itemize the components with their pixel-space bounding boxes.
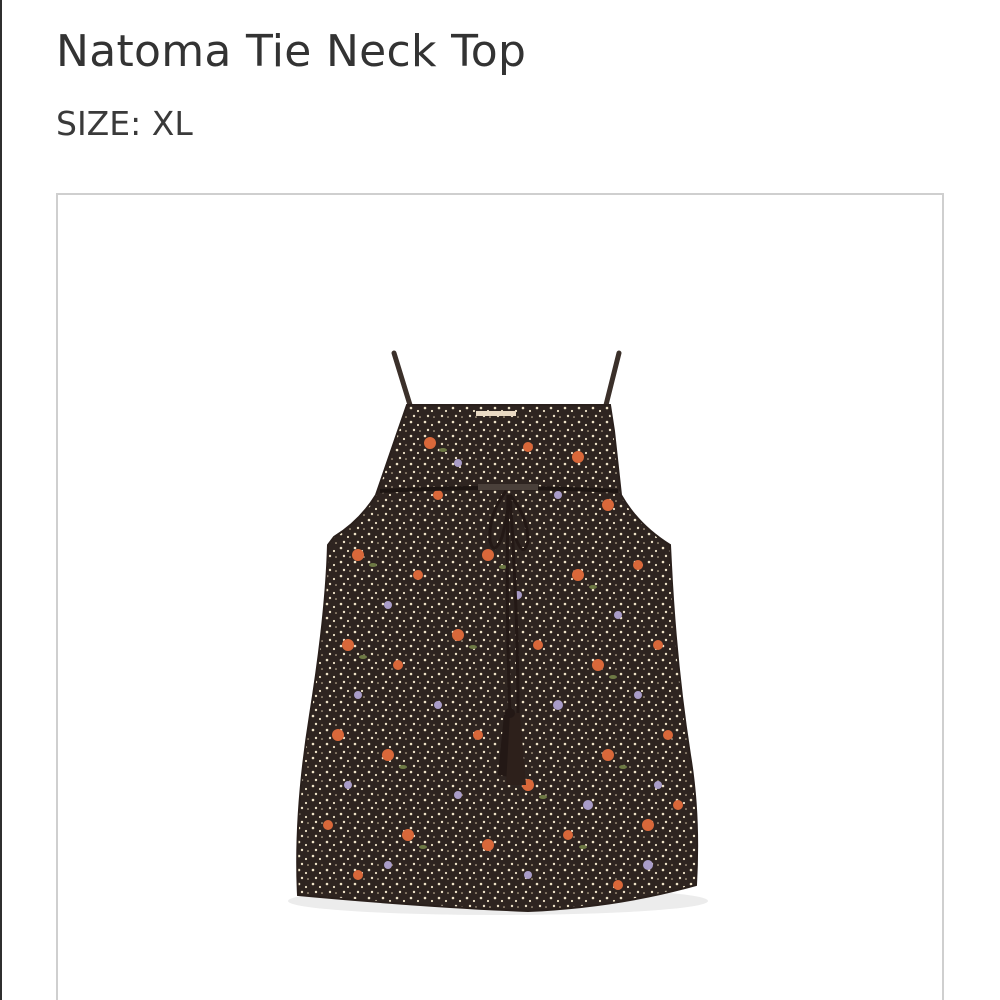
product-title: Natoma Tie Neck Top — [56, 26, 527, 77]
left-edge-rule — [0, 0, 2, 1000]
product-image-frame[interactable] — [56, 193, 944, 1000]
size-label: SIZE: — [56, 104, 142, 143]
size-value: XL — [151, 104, 193, 143]
product-image — [288, 350, 708, 915]
size-info: SIZE: XL — [56, 104, 193, 143]
